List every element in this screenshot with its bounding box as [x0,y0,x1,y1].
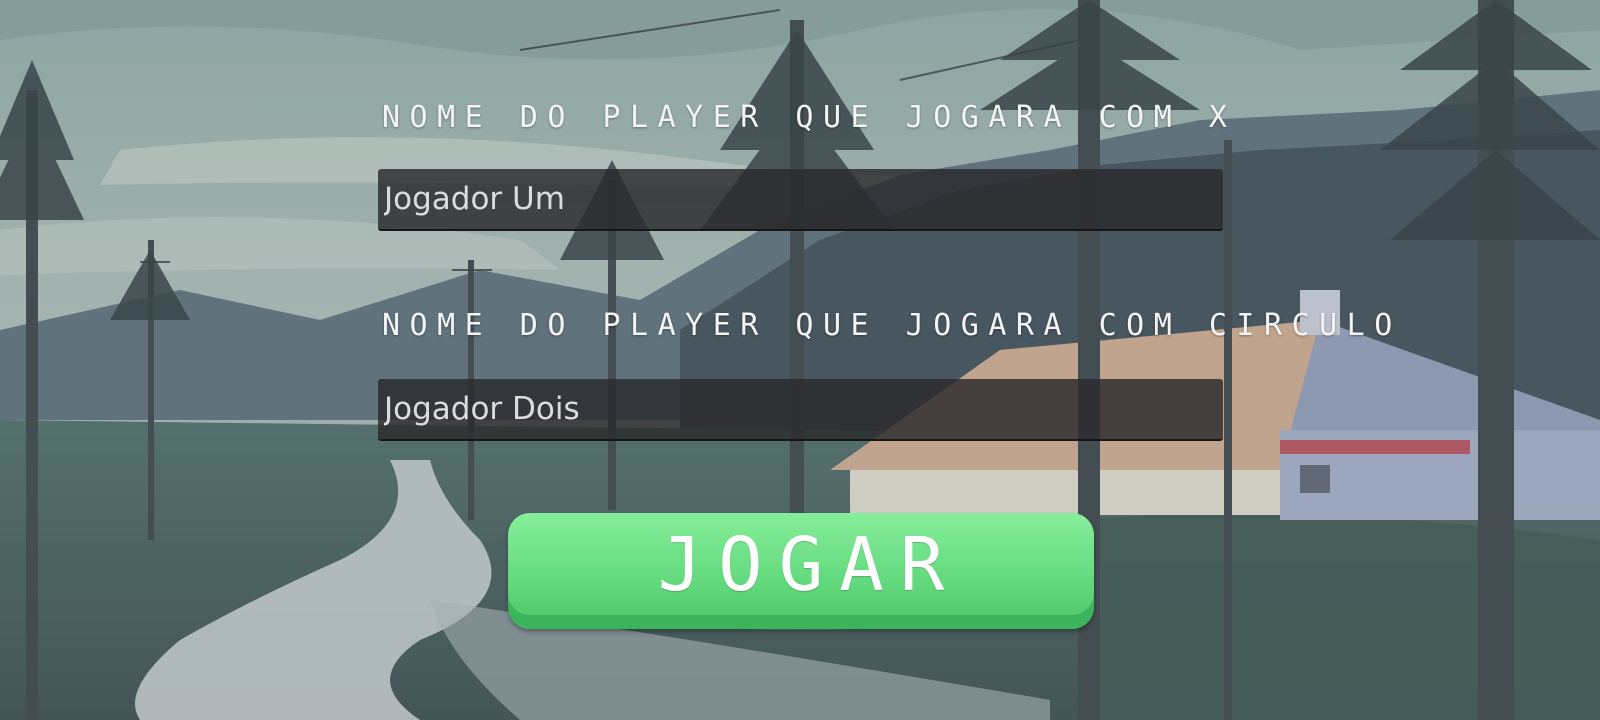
play-button[interactable]: JOGAR [508,513,1094,629]
player-x-name-input[interactable] [378,169,1223,231]
player-circle-name-input[interactable] [378,379,1223,441]
player-x-label: NOME DO PLAYER QUE JOGARA COM X [382,100,1237,135]
player-circle-label: NOME DO PLAYER QUE JOGARA COM CIRCULO [382,308,1402,343]
